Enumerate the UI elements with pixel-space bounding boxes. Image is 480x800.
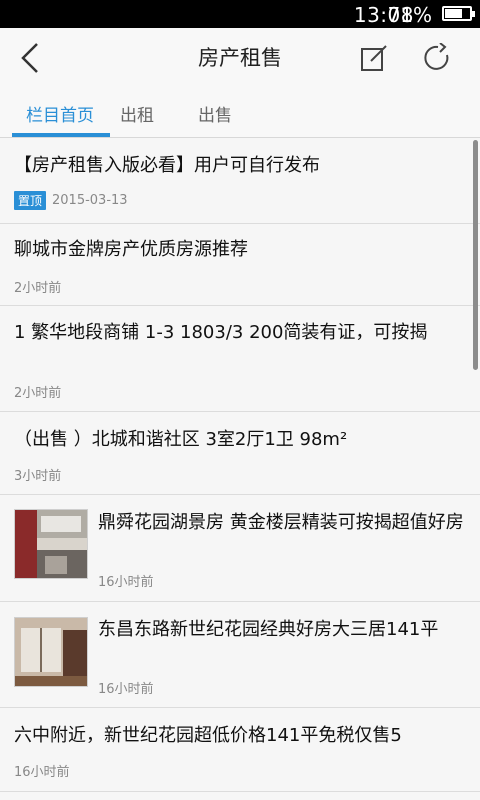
- post-time: 2小时前: [14, 281, 62, 296]
- compose-icon: [361, 45, 387, 71]
- refresh-icon: [424, 43, 449, 70]
- post-time: 3小时前: [14, 469, 62, 484]
- list-item[interactable]: 六中附近，新世纪花园超低价格141平免税仅售5 16小时前: [0, 708, 480, 792]
- battery-percent: 71%: [387, 3, 432, 27]
- post-title: 鼎舜花园湖景房 黄金楼层精装可按揭超值好房: [98, 512, 464, 533]
- list-item[interactable]: 1 繁华地段商铺 1-3 1803/3 200简装有证，可按揭 2小时前: [0, 306, 480, 412]
- post-thumbnail: [14, 617, 88, 687]
- post-time: 16小时前: [98, 575, 154, 590]
- status-bar: 13:08 71%: [0, 0, 480, 28]
- page-title: 房产租售: [198, 46, 282, 70]
- post-title: 东昌东路新世纪花园经典好房大三居141平: [98, 619, 439, 640]
- post-time: 16小时前: [98, 682, 154, 697]
- tab-home[interactable]: 栏目首页: [26, 101, 94, 126]
- post-list[interactable]: 【房产租售入版必看】用户可自行发布 置顶 2015-03-13 聊城市金牌房产优质…: [0, 138, 480, 800]
- post-time: 2小时前: [14, 386, 62, 401]
- post-title: （出售 ）北城和谐社区 3室2厅1卫 98m²: [14, 429, 348, 450]
- scrollbar[interactable]: [473, 140, 478, 370]
- post-time: 2015-03-13: [52, 193, 128, 208]
- post-time: 16小时前: [14, 765, 70, 780]
- active-tab-indicator: [12, 133, 110, 137]
- refresh-button[interactable]: [418, 38, 458, 78]
- post-meta: 置顶 2015-03-13: [14, 191, 128, 210]
- pinned-badge: 置顶: [14, 191, 47, 210]
- tab-bar: 栏目首页 出租 出售: [0, 86, 480, 138]
- battery-icon: [442, 6, 475, 21]
- compose-button[interactable]: [354, 38, 394, 78]
- list-item[interactable]: 鼎舜花园湖景房 黄金楼层精装可按揭超值好房 16小时前: [0, 495, 480, 602]
- tab-rent[interactable]: 出租: [120, 101, 154, 126]
- post-title: 六中附近，新世纪花园超低价格141平免税仅售5: [14, 725, 402, 746]
- post-title: 【房产租售入版必看】用户可自行发布: [14, 155, 320, 176]
- app-bar: 房产租售: [0, 28, 480, 86]
- tab-sale[interactable]: 出售: [198, 101, 232, 126]
- list-item[interactable]: （出售 ）北城和谐社区 3室2厅1卫 98m² 3小时前: [0, 412, 480, 495]
- post-title: 聊城市金牌房产优质房源推荐: [14, 239, 248, 260]
- list-item[interactable]: 【房产租售入版必看】用户可自行发布 置顶 2015-03-13: [0, 138, 480, 224]
- list-item[interactable]: 东昌东路新世纪花园经典好房大三居141平 16小时前: [0, 602, 480, 708]
- list-item[interactable]: 聊城市金牌房产优质房源推荐 2小时前: [0, 224, 480, 306]
- post-title: 1 繁华地段商铺 1-3 1803/3 200简装有证，可按揭: [14, 322, 428, 343]
- post-thumbnail: [14, 509, 88, 579]
